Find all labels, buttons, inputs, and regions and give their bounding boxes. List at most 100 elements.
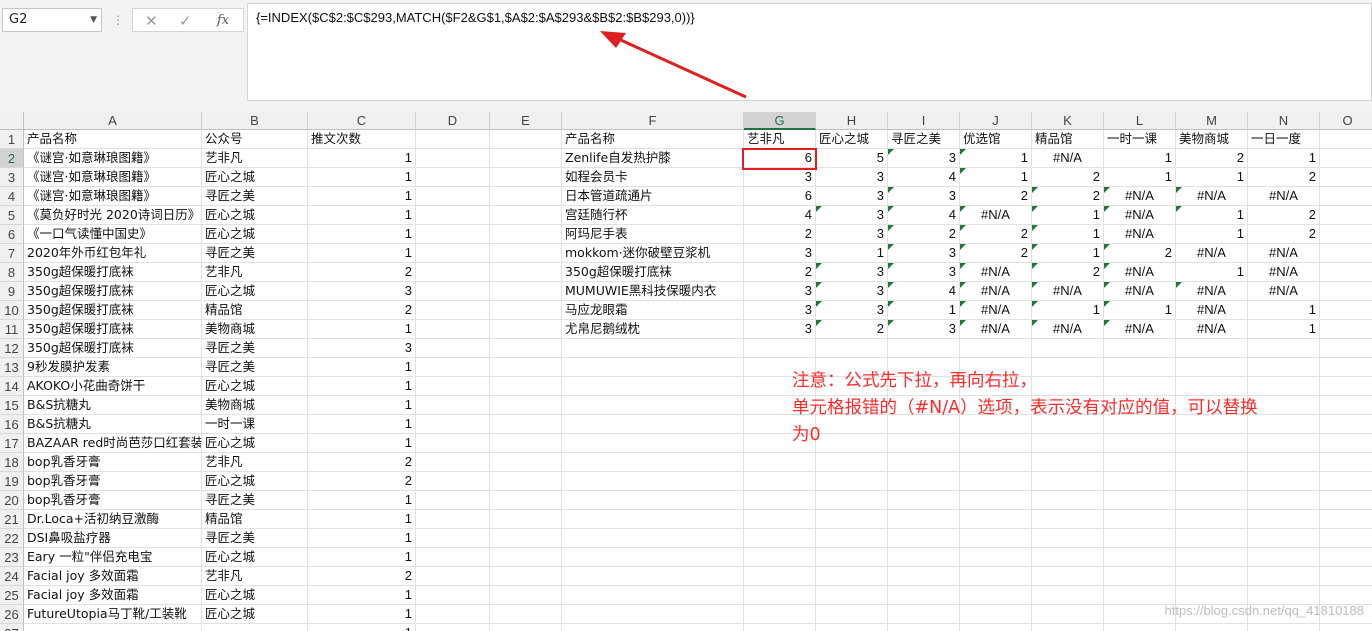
grid-cell[interactable] bbox=[1176, 491, 1248, 510]
grid-cell[interactable] bbox=[490, 244, 562, 263]
column-header[interactable]: A bbox=[24, 112, 202, 130]
grid-cell[interactable] bbox=[1320, 510, 1372, 529]
cell-a8[interactable]: 350g超保暖打底袜 bbox=[24, 263, 202, 282]
cell-j1[interactable]: 优选馆 bbox=[960, 130, 1032, 149]
cell-c23[interactable]: 1 bbox=[308, 548, 416, 567]
error-indicator-icon[interactable] bbox=[1104, 282, 1110, 288]
grid-cell[interactable] bbox=[562, 339, 744, 358]
error-indicator-icon[interactable] bbox=[1032, 282, 1038, 288]
cell-j9[interactable]: #N/A bbox=[960, 282, 1032, 301]
cell-n1[interactable]: 一日一度 bbox=[1248, 130, 1320, 149]
grid-cell[interactable] bbox=[416, 415, 490, 434]
grid-cell[interactable] bbox=[1176, 624, 1248, 631]
grid-cell[interactable] bbox=[1104, 624, 1176, 631]
grid-cell[interactable] bbox=[744, 586, 816, 605]
grid-cell[interactable] bbox=[490, 377, 562, 396]
grid-cell[interactable] bbox=[1320, 168, 1372, 187]
grid-cell[interactable] bbox=[416, 187, 490, 206]
grid-cell[interactable] bbox=[960, 605, 1032, 624]
cell-h3[interactable]: 3 bbox=[816, 168, 888, 187]
grid-cell[interactable] bbox=[1176, 453, 1248, 472]
grid-cell[interactable] bbox=[1248, 567, 1320, 586]
cell-k6[interactable]: 1 bbox=[1032, 225, 1104, 244]
cell-f9[interactable]: MUMUWIE黑科技保暖内衣 bbox=[562, 282, 744, 301]
cell-c1[interactable]: 推文次数 bbox=[308, 130, 416, 149]
error-indicator-icon[interactable] bbox=[816, 263, 822, 269]
cell-l10[interactable]: 1 bbox=[1104, 301, 1176, 320]
cell-c26[interactable]: 1 bbox=[308, 605, 416, 624]
grid-cell[interactable] bbox=[816, 491, 888, 510]
grid-cell[interactable] bbox=[888, 605, 960, 624]
error-indicator-icon[interactable] bbox=[1176, 282, 1182, 288]
grid-cell[interactable] bbox=[490, 149, 562, 168]
error-indicator-icon[interactable] bbox=[1032, 244, 1038, 250]
cell-m9[interactable]: #N/A bbox=[1176, 282, 1248, 301]
grid-cell[interactable] bbox=[960, 339, 1032, 358]
row-header[interactable]: 15 bbox=[0, 396, 24, 415]
grid-cell[interactable] bbox=[1320, 301, 1372, 320]
cell-j3[interactable]: 1 bbox=[960, 168, 1032, 187]
grid-cell[interactable] bbox=[744, 529, 816, 548]
grid-cell[interactable] bbox=[888, 586, 960, 605]
cell-l6[interactable]: #N/A bbox=[1104, 225, 1176, 244]
cell-j6[interactable]: 2 bbox=[960, 225, 1032, 244]
cell-c18[interactable]: 2 bbox=[308, 453, 416, 472]
grid-cell[interactable] bbox=[1248, 453, 1320, 472]
grid-cell[interactable] bbox=[1320, 434, 1372, 453]
cell-k8[interactable]: 2 bbox=[1032, 263, 1104, 282]
grid-cell[interactable] bbox=[416, 624, 490, 631]
cell-c12[interactable]: 3 bbox=[308, 339, 416, 358]
cell-n4[interactable]: #N/A bbox=[1248, 187, 1320, 206]
grid-cell[interactable] bbox=[416, 510, 490, 529]
grid-cell[interactable] bbox=[744, 624, 816, 631]
cell-h9[interactable]: 3 bbox=[816, 282, 888, 301]
grid-cell[interactable] bbox=[1032, 586, 1104, 605]
cell-j7[interactable]: 2 bbox=[960, 244, 1032, 263]
grid-cell[interactable] bbox=[490, 130, 562, 149]
cell-c7[interactable]: 1 bbox=[308, 244, 416, 263]
row-header[interactable]: 14 bbox=[0, 377, 24, 396]
cell-b24[interactable]: 艺非凡 bbox=[202, 567, 308, 586]
grid-cell[interactable] bbox=[490, 225, 562, 244]
grid-cell[interactable] bbox=[960, 472, 1032, 491]
cell-j11[interactable]: #N/A bbox=[960, 320, 1032, 339]
cell-j8[interactable]: #N/A bbox=[960, 263, 1032, 282]
column-header[interactable]: J bbox=[960, 112, 1032, 130]
cell-f10[interactable]: 马应龙眼霜 bbox=[562, 301, 744, 320]
grid-cell[interactable] bbox=[1320, 244, 1372, 263]
cell-k11[interactable]: #N/A bbox=[1032, 320, 1104, 339]
cell-m6[interactable]: 1 bbox=[1176, 225, 1248, 244]
grid-cell[interactable] bbox=[490, 282, 562, 301]
grid-cell[interactable] bbox=[960, 529, 1032, 548]
cell-f2[interactable]: Zenlife自发热护膝 bbox=[562, 149, 744, 168]
grid-cell[interactable] bbox=[416, 377, 490, 396]
cell-b10[interactable]: 精品馆 bbox=[202, 301, 308, 320]
cell-g4[interactable]: 6 bbox=[744, 187, 816, 206]
cell-c16[interactable]: 1 bbox=[308, 415, 416, 434]
grid-cell[interactable] bbox=[562, 529, 744, 548]
grid-cell[interactable] bbox=[1104, 491, 1176, 510]
cell-b17[interactable]: 匠心之城 bbox=[202, 434, 308, 453]
error-indicator-icon[interactable] bbox=[1104, 244, 1110, 250]
grid-cell[interactable] bbox=[202, 624, 308, 631]
grid-cell[interactable] bbox=[416, 605, 490, 624]
cell-j4[interactable]: 2 bbox=[960, 187, 1032, 206]
cell-c13[interactable]: 1 bbox=[308, 358, 416, 377]
grid-cell[interactable] bbox=[816, 510, 888, 529]
row-header[interactable]: 11 bbox=[0, 320, 24, 339]
grid-cell[interactable] bbox=[416, 149, 490, 168]
grid-cell[interactable] bbox=[1104, 510, 1176, 529]
row-header[interactable]: 26 bbox=[0, 605, 24, 624]
cell-b9[interactable]: 匠心之城 bbox=[202, 282, 308, 301]
grid-cell[interactable] bbox=[1248, 491, 1320, 510]
grid-cell[interactable] bbox=[1320, 453, 1372, 472]
cell-a7[interactable]: 2020年外币红包年礼 bbox=[24, 244, 202, 263]
grid-cell[interactable] bbox=[960, 548, 1032, 567]
grid-cell[interactable] bbox=[888, 529, 960, 548]
cell-b14[interactable]: 匠心之城 bbox=[202, 377, 308, 396]
grid-cell[interactable] bbox=[562, 624, 744, 631]
cell-b3[interactable]: 匠心之城 bbox=[202, 168, 308, 187]
cell-n5[interactable]: 2 bbox=[1248, 206, 1320, 225]
cell-i8[interactable]: 3 bbox=[888, 263, 960, 282]
grid-cell[interactable] bbox=[816, 605, 888, 624]
